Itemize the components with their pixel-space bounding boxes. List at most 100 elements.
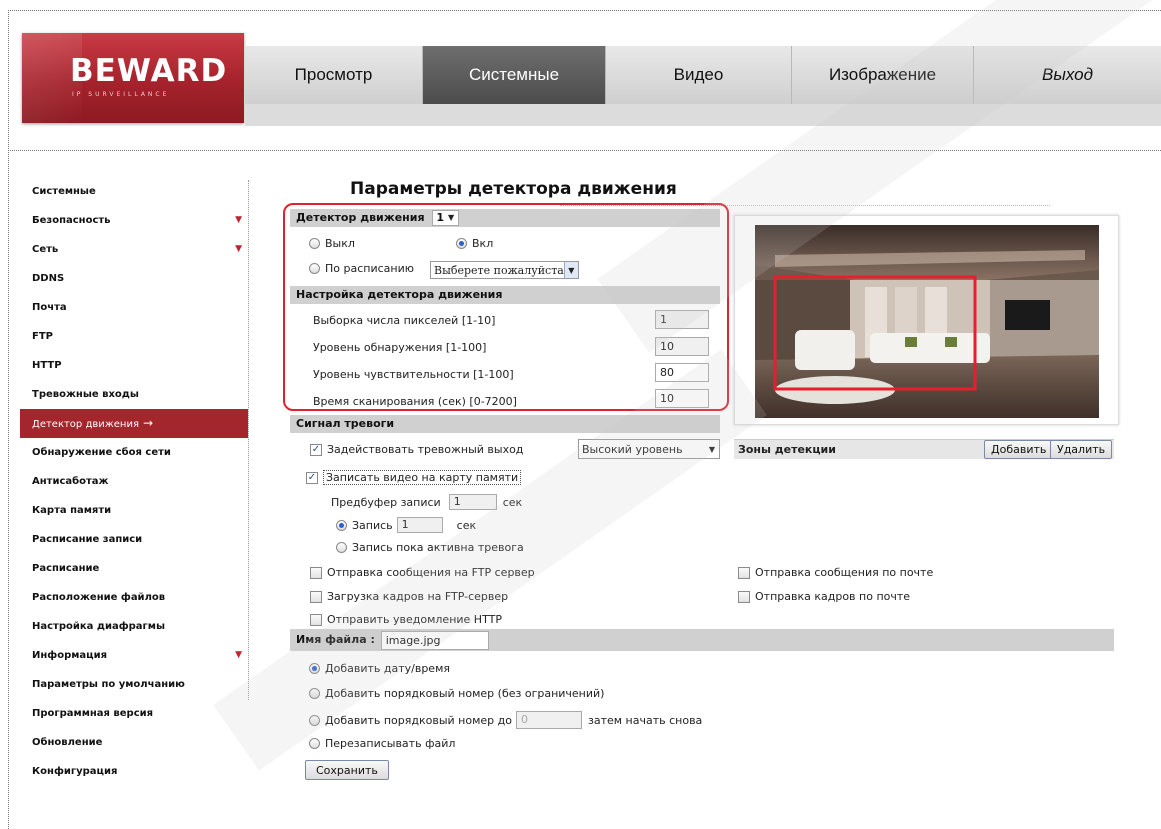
- mail-frames-option[interactable]: Отправка кадров по почте: [738, 590, 910, 603]
- sidebar-item-label: Сеть: [32, 244, 59, 255]
- page-title: Параметры детектора движения: [350, 179, 677, 199]
- living-room-image: [755, 225, 1099, 418]
- sidebar-item[interactable]: Настройка диафрагмы: [20, 612, 248, 641]
- sidebar-item[interactable]: DDNS: [20, 264, 248, 293]
- sidebar-item[interactable]: Параметры по умолчанию: [20, 670, 248, 699]
- mail-frames-checkbox[interactable]: [738, 590, 750, 603]
- sidebar-item[interactable]: Сеть ▼: [20, 235, 248, 264]
- sidebar-item[interactable]: HTTP: [20, 351, 248, 380]
- sidebar-item-label: Информация: [32, 650, 107, 661]
- header-strip: [245, 104, 1161, 126]
- ftp-upload-checkbox[interactable]: [310, 590, 322, 603]
- sidebar-item[interactable]: Расписание записи: [20, 525, 248, 554]
- sidebar-item-label: FTP: [32, 331, 53, 342]
- zones-bar: Зоны детекции Добавить Удалить: [734, 439, 1114, 459]
- mail-message-label: Отправка сообщения по почте: [755, 566, 934, 579]
- sidebar-item[interactable]: Почта: [20, 293, 248, 322]
- sidebar-item[interactable]: Обнаружение сбоя сети: [20, 438, 248, 467]
- record-label: Запись: [352, 518, 393, 532]
- sidebar-item[interactable]: Конфигурация: [20, 757, 248, 786]
- record-sd-option[interactable]: ✓ Записать видео на карту памяти: [306, 470, 522, 485]
- opt-seq-suffix: затем начать снова: [587, 713, 703, 727]
- header-divider: [8, 150, 1161, 151]
- sidebar-item-label: Карта памяти: [32, 505, 112, 516]
- mail-frames-label: Отправка кадров по почте: [755, 590, 911, 603]
- sidebar-item-label: Обновление: [32, 737, 103, 748]
- sidebar-item[interactable]: Информация ▼: [20, 641, 248, 670]
- camera-preview-image[interactable]: [755, 225, 1099, 418]
- delete-zone-button[interactable]: Удалить: [1050, 440, 1113, 459]
- watermark: [213, 349, 767, 771]
- sidebar-item[interactable]: Программная версия: [20, 699, 248, 728]
- mail-message-option[interactable]: Отправка сообщения по почте: [738, 566, 933, 579]
- http-notify-checkbox[interactable]: [310, 613, 322, 626]
- save-button[interactable]: Сохранить: [305, 760, 389, 780]
- tab-image[interactable]: Изображение: [792, 46, 974, 104]
- opt-overwrite-label: Перезаписывать файл: [325, 737, 456, 750]
- trigger-output-checkbox[interactable]: ✓: [310, 443, 322, 456]
- sidebar-item[interactable]: Расписание: [20, 554, 248, 583]
- tab-video[interactable]: Видео: [606, 46, 792, 104]
- chevron-down-icon: ▼: [708, 444, 716, 454]
- filename-input[interactable]: image.jpg: [380, 630, 489, 650]
- triangle-down-icon: ▼: [235, 650, 242, 660]
- sidebar-item-label: Конфигурация: [32, 766, 118, 777]
- opt-seq-unlimited[interactable]: Добавить порядковый номер (без ограничен…: [309, 687, 604, 700]
- filename-bar: Имя файла : image.jpg: [290, 629, 1114, 651]
- ftp-upload-option[interactable]: Загрузка кадров на FTP-сервер: [310, 590, 508, 603]
- tab-logout[interactable]: Выход: [974, 46, 1161, 104]
- record-duration-input[interactable]: 1: [396, 517, 443, 533]
- opt-seq-unlimited-label: Добавить порядковый номер (без ограничен…: [325, 687, 605, 700]
- frame-border-top: [8, 10, 1161, 11]
- tab-view[interactable]: Просмотр: [245, 46, 423, 104]
- radio-datetime[interactable]: [309, 663, 320, 674]
- opt-overwrite[interactable]: Перезаписывать файл: [309, 737, 455, 750]
- seq-limit-input[interactable]: 0: [515, 711, 582, 729]
- frame-border-left: [8, 10, 9, 829]
- beward-logo: BEWARD IP SURVEILLANCE: [22, 33, 244, 123]
- radio-seq-unlimited[interactable]: [309, 688, 320, 699]
- triangle-down-icon: ▼: [235, 215, 242, 225]
- http-notify-label: Отправить уведомление HTTP: [327, 613, 502, 626]
- record-sd-label: Записать видео на карту памяти: [323, 470, 522, 485]
- opt-seq-upto-label: Добавить порядковый номер до: [325, 713, 512, 727]
- sidebar-menu: Системные Безопасность ▼ Сеть ▼ DDNS Почта FTP H…: [20, 177, 248, 786]
- tab-system[interactable]: Системные: [423, 46, 606, 104]
- sidebar-item[interactable]: Карта памяти: [20, 496, 248, 525]
- logo-text: BEWARD: [70, 53, 228, 89]
- opt-datetime[interactable]: Добавить дату/время: [309, 662, 450, 675]
- add-zone-button[interactable]: Добавить: [984, 440, 1054, 459]
- sidebar-item[interactable]: Безопасность ▼: [20, 206, 248, 235]
- alarm-level-select[interactable]: Высокий уровень ▼: [578, 439, 720, 459]
- mail-message-checkbox[interactable]: [738, 566, 750, 579]
- ftp-message-option[interactable]: Отправка сообщения на FTP сервер: [310, 566, 535, 579]
- radio-record-while-alarm[interactable]: [336, 542, 347, 553]
- top-navigation: Просмотр Системные Видео Изображение Вых…: [245, 46, 1161, 104]
- sidebar-item[interactable]: Тревожные входы: [20, 380, 248, 409]
- opt-seq-upto[interactable]: Добавить порядковый номер до 0 затем нач…: [309, 711, 702, 729]
- sidebar-item-label: Параметры по умолчанию: [32, 679, 185, 690]
- sidebar-item[interactable]: Расположение файлов: [20, 583, 248, 612]
- prebuffer-input[interactable]: 1: [448, 494, 497, 510]
- http-notify-option[interactable]: Отправить уведомление HTTP: [310, 613, 502, 626]
- record-sd-checkbox[interactable]: ✓: [306, 471, 318, 484]
- sidebar-item[interactable]: Детектор движения →: [20, 409, 248, 438]
- sidebar-item-label: Безопасность: [32, 215, 111, 226]
- trigger-output-option[interactable]: ✓ Задействовать тревожный выход: [310, 443, 523, 456]
- record-duration-row[interactable]: Запись 1 сек: [336, 517, 476, 533]
- radio-seq-upto[interactable]: [309, 714, 320, 726]
- prebuffer-label: Предбуфер записи: [331, 495, 441, 509]
- sidebar-item[interactable]: Обновление: [20, 728, 248, 757]
- sidebar-divider: [248, 180, 249, 700]
- filename-label: Имя файла :: [296, 633, 375, 646]
- sidebar-item[interactable]: Антисаботаж: [20, 467, 248, 496]
- sidebar-item[interactable]: Системные: [20, 177, 248, 206]
- radio-overwrite[interactable]: [309, 738, 320, 749]
- record-while-alarm-row[interactable]: Запись пока активна тревога: [336, 541, 524, 554]
- record-while-alarm-label: Запись пока активна тревога: [352, 541, 524, 554]
- prebuffer-row: Предбуфер записи 1 сек: [331, 494, 522, 510]
- ftp-message-checkbox[interactable]: [310, 566, 322, 579]
- sidebar-item-label: Детектор движения: [32, 419, 139, 430]
- radio-record-duration[interactable]: [336, 519, 347, 531]
- sidebar-item[interactable]: FTP: [20, 322, 248, 351]
